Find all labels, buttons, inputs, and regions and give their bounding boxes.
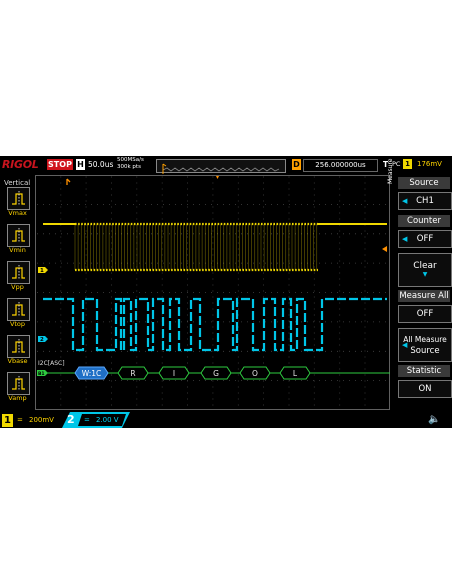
ch1-badge[interactable]: 1: [2, 414, 13, 427]
measure-vamp-button[interactable]: [7, 372, 30, 395]
brand-logo: RIGOL: [2, 158, 39, 171]
delay-badge: D: [292, 159, 301, 170]
clear-label: Clear: [413, 261, 437, 271]
ch1-scale[interactable]: 200mV: [29, 416, 54, 424]
pulse-measure-icon: [12, 302, 25, 317]
memory-depth: 300k pts: [117, 164, 141, 170]
decode-packet-label: O: [252, 369, 258, 378]
statistic-value: ON: [418, 384, 432, 394]
ch2-badge[interactable]: 2: [67, 413, 75, 426]
memory-overview-trace: [162, 163, 280, 174]
oscilloscope-screen: RIGOL STOP H 50.0us 500MSa/s 300k pts D …: [0, 156, 452, 428]
measure-vmin-button[interactable]: [7, 224, 30, 247]
measure-vtop-button[interactable]: [7, 298, 30, 321]
counter-value: OFF: [416, 234, 434, 244]
svg-text:B1: B1: [38, 371, 45, 377]
counter-button[interactable]: ◀ OFF: [398, 230, 452, 248]
horizontal-badge: H: [76, 159, 85, 170]
source-value: CH1: [416, 196, 434, 206]
trigger-position-marker: [66, 178, 71, 185]
trigger-level-marker: [382, 246, 387, 252]
source-title: Source: [398, 177, 450, 189]
measure-vamp-label: Vamp: [8, 394, 27, 402]
statistic-button[interactable]: ON: [398, 380, 452, 398]
source-button[interactable]: ◀ CH1: [398, 192, 452, 210]
measure-all-button[interactable]: OFF: [398, 305, 452, 323]
measure-vbase-button[interactable]: [7, 335, 30, 358]
ch2-level-marker[interactable]: 2: [38, 336, 48, 343]
measure-vmax-button[interactable]: [7, 187, 30, 210]
sample-rate: 500MSa/s: [117, 157, 144, 163]
bus-marker[interactable]: B1: [37, 370, 48, 377]
svg-text:1: 1: [40, 268, 44, 274]
all-measure-source-button[interactable]: ◀ All Measure Source: [398, 328, 452, 362]
ch2-waveform: [43, 297, 387, 352]
measure-vpp-button[interactable]: [7, 261, 30, 284]
pulse-measure-icon: [12, 191, 25, 206]
speaker-icon[interactable]: 🔈: [428, 414, 440, 425]
acquisition-info: 500MSa/s 300k pts: [117, 157, 144, 171]
waveform-area: W:1C R I G O L I2C[ASC] 1 2 B1: [35, 175, 390, 410]
ch2-coupling: =: [84, 416, 90, 424]
measure-vmin-label: Vmin: [9, 246, 26, 254]
clear-button[interactable]: Clear ▼: [398, 253, 452, 287]
run-stop-status[interactable]: STOP: [47, 159, 73, 170]
ch2-scale[interactable]: 2.00 V: [96, 416, 119, 424]
screen-center-marker: [216, 176, 219, 179]
measure-vmax-label: Vmax: [8, 209, 27, 217]
knob-arrow-icon: ◀: [402, 197, 408, 205]
decode-label: I2C[ASC]: [38, 360, 65, 367]
measure-vtop-label: Vtop: [9, 320, 26, 328]
menu-section-label: Measure: [387, 158, 394, 185]
counter-title: Counter: [398, 215, 450, 227]
decode-packet-label: W:1C: [82, 369, 102, 378]
memory-overview: [156, 159, 286, 174]
timebase-value[interactable]: 50.0us: [88, 160, 113, 169]
pulse-measure-icon: [12, 376, 25, 391]
pulse-measure-icon: [12, 339, 25, 354]
measure-all-title: Measure All: [398, 290, 450, 302]
measure-vbase-label: Vbase: [7, 357, 28, 365]
pulse-measure-icon: [12, 265, 25, 280]
trigger-channel-badge: 1: [403, 159, 412, 169]
statistic-title: Statistic: [398, 365, 450, 377]
measure-vpp-label: Vpp: [11, 283, 24, 291]
decode-packet-label: G: [213, 369, 219, 378]
ch1-coupling: =: [17, 416, 23, 424]
knob-arrow-icon: ◀: [402, 341, 408, 349]
pulse-measure-icon: [12, 228, 25, 243]
knob-arrow-icon: ◀: [402, 235, 408, 243]
ch1-level-marker[interactable]: 1: [38, 267, 48, 274]
svg-text:2: 2: [40, 337, 44, 343]
chevron-down-icon: ▼: [422, 271, 428, 278]
delay-value[interactable]: 256.000000us: [303, 159, 378, 172]
decode-packet-label: R: [130, 369, 135, 378]
decode-packet-label: I: [173, 369, 175, 378]
ch1-waveform: [43, 222, 387, 272]
measure-all-value: OFF: [416, 309, 434, 319]
trigger-level[interactable]: 176mV: [417, 160, 442, 168]
left-panel-title: Vertical: [4, 179, 31, 187]
